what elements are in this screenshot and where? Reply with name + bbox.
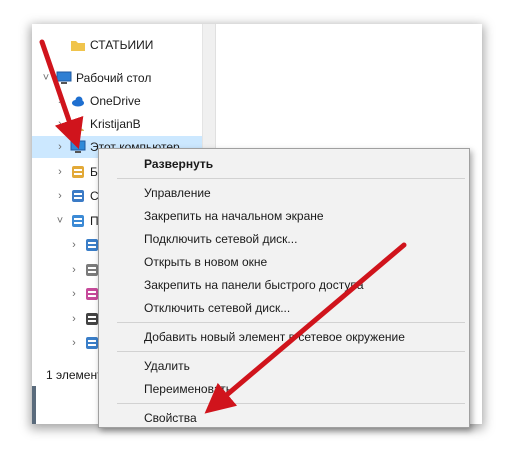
chevron-right-icon[interactable]: › — [54, 161, 66, 183]
chevron-down-icon[interactable]: ˅ — [54, 210, 66, 232]
menu-separator — [117, 322, 465, 323]
tree-item-label: OneDrive — [90, 94, 141, 108]
tree-item-label: СТАТЬИИИ — [90, 38, 154, 52]
tree-item[interactable]: ˅ Рабочий стол — [32, 67, 202, 89]
menu-item[interactable]: Закрепить на панели быстрого доступа — [99, 274, 469, 296]
menu-item[interactable]: Подключить сетевой диск... — [99, 228, 469, 250]
tree-item[interactable]: СТАТЬИИИ — [32, 34, 202, 56]
libraries-icon — [70, 164, 86, 180]
network-icon — [70, 188, 86, 204]
folder-icon — [70, 37, 86, 53]
chevron-right-icon[interactable]: › — [68, 332, 80, 354]
chevron-right-icon[interactable]: › — [54, 185, 66, 207]
tree-item[interactable]: › KristijanB — [32, 113, 202, 135]
menu-item[interactable]: Отключить сетевой диск... — [99, 297, 469, 319]
menu-item[interactable]: Закрепить на начальном экране — [99, 205, 469, 227]
onedrive-icon — [70, 93, 86, 109]
tree-item[interactable]: › OneDrive — [32, 90, 202, 112]
chevron-right-icon[interactable]: › — [68, 259, 80, 281]
menu-item[interactable]: Управление — [99, 182, 469, 204]
chevron-right-icon[interactable]: › — [68, 283, 80, 305]
user-icon — [70, 116, 86, 132]
tree-item-label: KristijanB — [90, 117, 141, 131]
chevron-right-icon[interactable]: › — [68, 308, 80, 330]
context-menu: Развернуть Управление Закрепить на начальн… — [98, 148, 470, 428]
menu-item[interactable]: Добавить новый элемент в сетевое окружен… — [99, 326, 469, 348]
menu-item[interactable]: Открыть в новом окне — [99, 251, 469, 273]
menu-separator — [117, 403, 465, 404]
menu-item[interactable]: Развернуть — [99, 153, 469, 175]
taskbar-edge — [32, 386, 36, 424]
tree-item-label: Рабочий стол — [76, 71, 152, 85]
desktop-icon — [56, 70, 72, 86]
computer-icon — [70, 139, 86, 155]
chevron-right-icon[interactable]: › — [54, 136, 66, 158]
control-panel-icon — [70, 213, 86, 229]
chevron-right-icon[interactable]: › — [68, 234, 80, 256]
menu-item[interactable]: Переименовать — [99, 378, 469, 400]
menu-separator — [117, 178, 465, 179]
menu-item[interactable]: Удалить — [99, 355, 469, 377]
chevron-down-icon[interactable]: ˅ — [40, 67, 52, 89]
chevron-right-icon[interactable]: › — [54, 113, 66, 135]
menu-item[interactable]: Свойства — [99, 407, 469, 429]
menu-separator — [117, 351, 465, 352]
chevron-right-icon[interactable]: › — [54, 90, 66, 112]
